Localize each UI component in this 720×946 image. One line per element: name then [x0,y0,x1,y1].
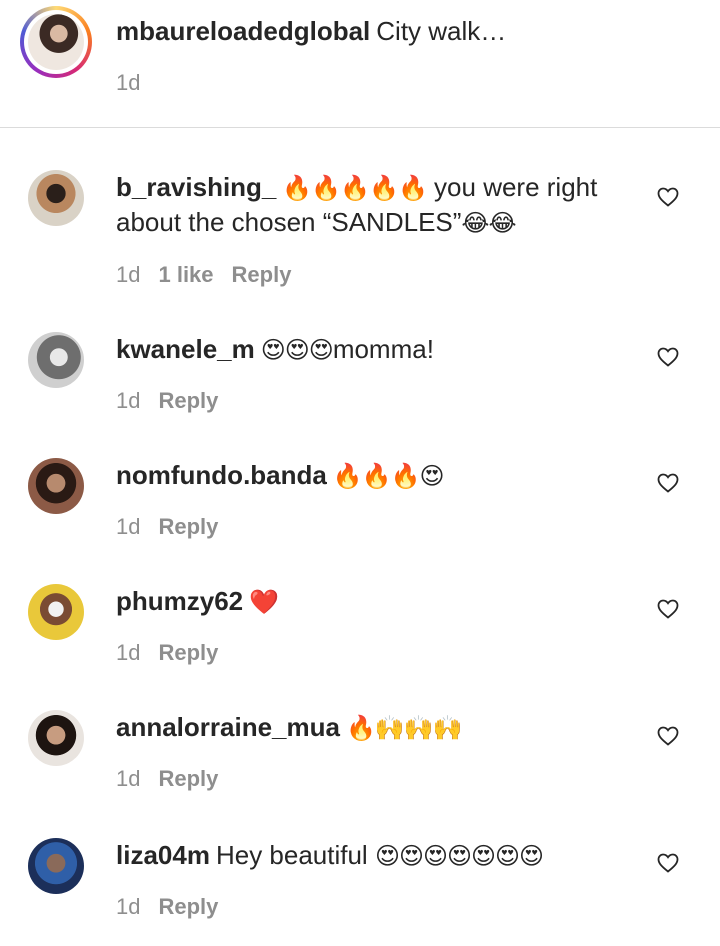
comment-body: you were right [426,172,598,202]
reply-button[interactable]: Reply [158,640,218,665]
avatar[interactable] [28,458,84,514]
comment-timestamp: 1d [116,766,141,791]
comment-text: phumzy62 ❤️ [116,584,636,619]
comment-text: kwanele_m 😍😍😍momma! [116,332,636,367]
comment-item: annalorraine_mua 🔥🙌🙌🙌 1d Reply [0,710,720,836]
comment-item: phumzy62 ❤️ 1d Reply [0,584,720,710]
like-heart-icon[interactable] [656,597,680,621]
comment-username[interactable]: nomfundo.banda [116,460,327,490]
comment-timestamp: 1d [116,640,141,665]
like-heart-icon[interactable] [656,345,680,369]
avatar-border [24,10,88,74]
comment-timestamp: 1d [116,894,141,919]
comment-emoji: 🔥🔥🔥😍 [332,462,445,490]
comment-text: annalorraine_mua 🔥🙌🙌🙌 [116,710,636,745]
avatar[interactable] [28,710,84,766]
comment-emoji: 🔥🙌🙌🙌 [345,714,463,742]
comment-item: kwanele_m 😍😍😍momma! 1d Reply [0,332,720,458]
post-caption: mbaureloadedglobal City walk… 1d [0,0,720,128]
comment-body: momma! [332,334,434,364]
like-heart-icon[interactable] [656,851,680,875]
comment-meta: 1d 1 like Reply [116,262,309,288]
comment-meta: 1d Reply [116,766,236,792]
like-heart-icon[interactable] [656,185,680,209]
comment-username[interactable]: liza04m [116,840,210,870]
comment-username[interactable]: phumzy62 [116,586,243,616]
comment-meta: 1d Reply [116,894,236,920]
comment-emoji: 🔥🔥🔥🔥🔥 [282,174,427,202]
comment-meta: 1d Reply [116,640,236,666]
comment-item: nomfundo.banda 🔥🔥🔥😍 1d Reply [0,458,720,584]
caption-timestamp: 1d [116,70,141,95]
comment-like-count[interactable]: 1 like [158,262,213,287]
caption-body: City walk… [376,16,507,46]
avatar[interactable] [28,584,84,640]
comment-username[interactable]: annalorraine_mua [116,712,340,742]
comment-text: nomfundo.banda 🔥🔥🔥😍 [116,458,636,493]
reply-button[interactable]: Reply [158,766,218,791]
comment-emoji: 😍😍😍 [260,336,334,364]
caption-username[interactable]: mbaureloadedglobal [116,16,370,46]
comment-item: b_ravishing_ 🔥🔥🔥🔥🔥 you were right about t… [0,170,720,296]
caption-text: mbaureloadedglobal City walk… [116,14,506,48]
reply-button[interactable]: Reply [158,894,218,919]
comment-item: liza04m Hey beautiful 😍😍😍😍😍😍😍 1d Reply [0,838,720,946]
comment-username[interactable]: b_ravishing_ [116,172,276,202]
comment-timestamp: 1d [116,514,141,539]
comment-emoji-trailing: 😂😂 [461,209,516,237]
comment-timestamp: 1d [116,388,141,413]
avatar [28,14,84,70]
like-heart-icon[interactable] [656,471,680,495]
avatar[interactable] [28,170,84,226]
comment-text: b_ravishing_ 🔥🔥🔥🔥🔥 you were right about t… [116,170,636,240]
comment-username[interactable]: kwanele_m [116,334,255,364]
avatar[interactable] [28,332,84,388]
comment-emoji: ❤️ [249,588,279,616]
avatar[interactable] [28,838,84,894]
comment-text: liza04m Hey beautiful 😍😍😍😍😍😍😍 [116,838,636,873]
comment-timestamp: 1d [116,262,141,287]
story-ring-avatar[interactable] [20,6,92,78]
reply-button[interactable]: Reply [158,388,218,413]
comment-meta: 1d Reply [116,514,236,540]
comment-meta: 1d Reply [116,388,236,414]
like-heart-icon[interactable] [656,724,680,748]
comment-emoji-trailing: 😍😍😍😍😍😍😍 [374,842,544,870]
reply-button[interactable]: Reply [158,514,218,539]
comment-body: Hey beautiful [215,840,375,870]
reply-button[interactable]: Reply [232,262,292,287]
comment-body-continued: about the chosen “SANDLES” [116,207,462,237]
